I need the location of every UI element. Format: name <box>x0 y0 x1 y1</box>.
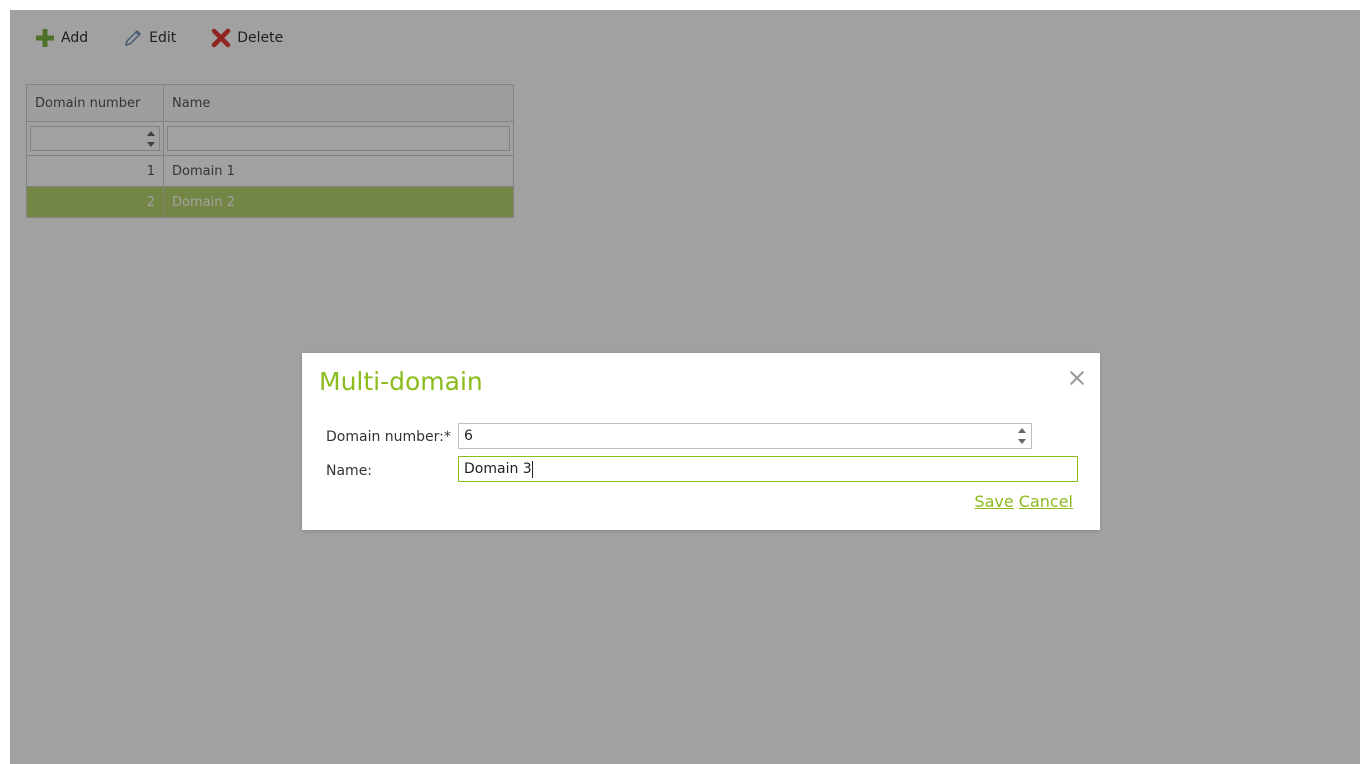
domain-number-label: Domain number:* <box>326 429 451 445</box>
dialog-title: Multi-domain <box>319 367 483 396</box>
dialog-actions: Save Cancel <box>974 492 1073 511</box>
domain-number-value: 6 <box>464 428 473 444</box>
domain-number-field[interactable]: 6 <box>458 423 1032 449</box>
name-field[interactable]: Domain 3 <box>458 456 1078 482</box>
multi-domain-dialog: Multi-domain Domain number:* 6 Name: Dom… <box>302 353 1100 530</box>
cancel-button[interactable]: Cancel <box>1019 492 1073 511</box>
spinner-arrows-icon[interactable] <box>1018 427 1026 445</box>
close-icon[interactable] <box>1068 369 1086 387</box>
name-label: Name: <box>326 463 373 479</box>
name-value: Domain 3 <box>464 461 532 477</box>
save-button[interactable]: Save <box>974 492 1013 511</box>
text-caret <box>531 460 533 478</box>
